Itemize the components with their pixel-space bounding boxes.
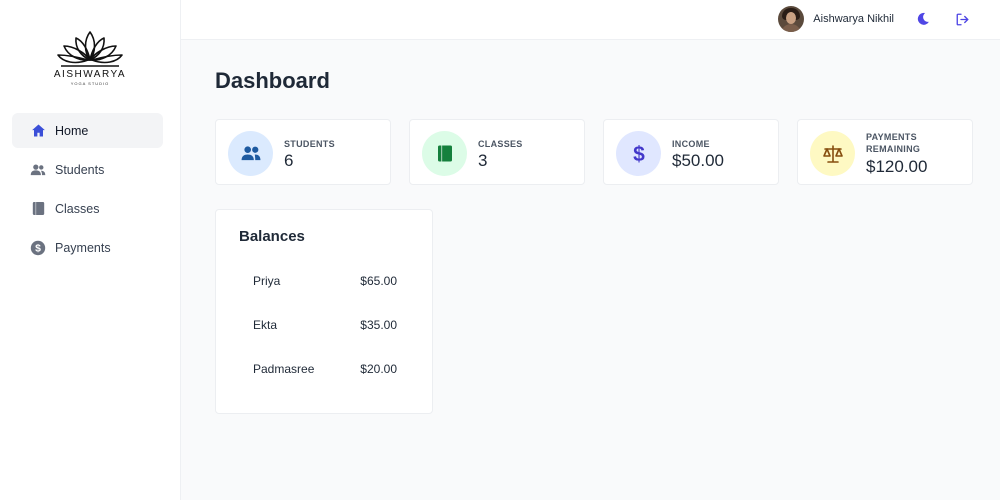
sidebar-item-payments[interactable]: $ Payments (12, 230, 163, 265)
user-name: Aishwarya Nikhil (813, 13, 894, 25)
stat-value: $50.00 (672, 151, 724, 170)
dollar-icon: $ (633, 143, 645, 165)
theme-toggle-button[interactable] (914, 10, 932, 28)
stat-label: PAYMENTS REMAINING (866, 132, 921, 154)
lotus-icon (57, 31, 123, 67)
sidebar-item-label: Home (55, 123, 89, 138)
stat-card-students: STUDENTS 6 (215, 119, 391, 185)
list-item: Priya $65.00 (253, 274, 397, 290)
stat-icon-circle: $ (616, 131, 661, 176)
stat-value: 3 (478, 151, 488, 170)
stat-label: STUDENTS (284, 139, 335, 149)
balances-card: Balances Priya $65.00 Ekta $35.00 Padmas… (215, 209, 433, 414)
balance-name: Ekta (253, 318, 278, 332)
stat-icon-circle (422, 131, 467, 176)
list-item: Padmasree $20.00 (253, 362, 397, 378)
sidebar-item-label: Classes (55, 201, 100, 216)
book-icon (437, 145, 452, 162)
users-icon (241, 146, 260, 161)
sidebar-item-label: Students (55, 162, 105, 177)
user-menu[interactable]: Aishwarya Nikhil (778, 6, 894, 32)
brand-subtitle: YOGA STUDIO (70, 81, 110, 86)
stat-card-income: $ INCOME $50.00 (603, 119, 779, 185)
balance-amount: $65.00 (360, 274, 397, 288)
page-title: Dashboard (215, 68, 330, 93)
sidebar-nav: Home Students Classes $ Payments (12, 113, 163, 269)
sidebar-item-classes[interactable]: Classes (12, 191, 163, 226)
sidebar-item-home[interactable]: Home (12, 113, 163, 148)
stat-label: INCOME (672, 139, 710, 149)
logout-button[interactable] (953, 10, 971, 28)
book-icon (30, 201, 46, 217)
stat-card-classes: CLASSES 3 (409, 119, 585, 185)
logout-icon (956, 13, 968, 25)
sidebar-item-students[interactable]: Students (12, 152, 163, 187)
dollar-circle-icon: $ (30, 240, 46, 256)
avatar[interactable] (778, 6, 805, 32)
home-icon (30, 123, 46, 139)
list-item: Ekta $35.00 (253, 318, 397, 334)
svg-text:$: $ (633, 143, 645, 165)
svg-text:$: $ (35, 243, 41, 254)
sidebar: AISHWARYA YOGA STUDIO Home Students Clas… (0, 0, 181, 500)
users-icon (30, 162, 46, 178)
scale-icon (822, 144, 843, 163)
sidebar-item-label: Payments (55, 240, 111, 255)
top-bar: Aishwarya Nikhil (181, 0, 1000, 40)
brand-logo[interactable]: AISHWARYA YOGA STUDIO (50, 28, 130, 86)
brand-name: AISHWARYA (53, 69, 127, 80)
balances-title: Balances (239, 228, 305, 245)
moon-icon (917, 12, 929, 25)
balance-name: Padmasree (253, 362, 315, 376)
stat-value: $120.00 (866, 157, 928, 176)
balance-name: Priya (253, 274, 281, 288)
stat-value: 6 (284, 151, 294, 170)
stat-label: CLASSES (478, 139, 523, 149)
balance-amount: $20.00 (360, 362, 397, 376)
stat-icon-circle (810, 131, 855, 176)
stat-icon-circle (228, 131, 273, 176)
balance-amount: $35.00 (360, 318, 397, 332)
stat-card-payments-remaining: PAYMENTS REMAINING $120.00 (797, 119, 973, 185)
